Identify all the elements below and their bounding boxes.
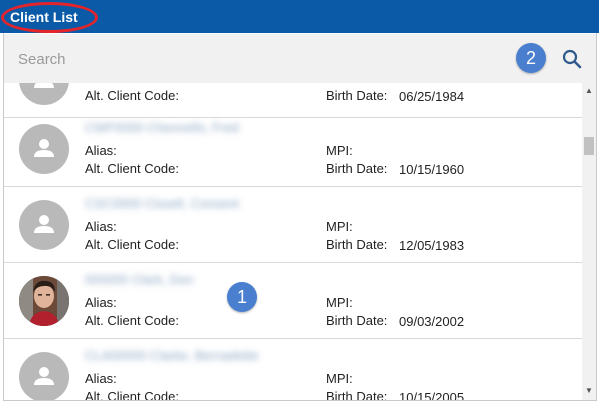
birth-date-label: Birth Date: <box>326 389 388 400</box>
alias-label: Alias: <box>85 143 117 158</box>
birth-date-value: 10/15/2005 <box>399 390 465 400</box>
avatar <box>19 352 69 400</box>
client-name: CWF0000 Chennells, Fred <box>85 120 239 135</box>
birth-date-value: 10/15/1960 <box>399 162 465 177</box>
client-name: 000005 Clark, Don <box>85 272 194 287</box>
avatar <box>19 200 69 250</box>
client-list-item[interactable]: CSC0000 Cissell, Consent Alias: Alt. Cli… <box>4 187 582 263</box>
search-input[interactable] <box>18 47 488 71</box>
alt-client-code-label: Alt. Client Code: <box>85 88 179 103</box>
mpi-label: MPI: <box>326 371 353 386</box>
client-list-item[interactable]: CWF0000 Chennells, Fred Alias: Alt. Clie… <box>4 111 582 187</box>
person-icon <box>34 83 54 88</box>
alt-client-code-label: Alt. Client Code: <box>85 237 179 252</box>
alias-label: Alias: <box>85 371 117 386</box>
birth-date-value: 06/25/1984 <box>399 89 465 104</box>
search-button[interactable] <box>559 46 585 72</box>
mpi-label: MPI: <box>326 295 353 310</box>
mpi-label: MPI: <box>326 143 353 158</box>
annotation-badge-2: 2 <box>516 43 546 73</box>
client-name: CSC0000 Cissell, Consent <box>85 196 239 211</box>
birth-date-value: 09/03/2002 <box>399 314 465 329</box>
client-list[interactable]: Alt. Client Code: Birth Date: 06/25/1984… <box>4 83 582 400</box>
birth-date-label: Birth Date: <box>326 88 388 103</box>
birth-date-value: 12/05/1983 <box>399 238 465 253</box>
search-bar <box>4 34 596 83</box>
alt-client-code-label: Alt. Client Code: <box>85 313 179 328</box>
client-photo <box>19 276 69 326</box>
scrollbar-thumb[interactable] <box>584 137 594 155</box>
mpi-label: MPI: <box>326 219 353 234</box>
client-list-window: Client List Alt. Client Code: Birth Date… <box>0 0 599 411</box>
client-list-item[interactable]: CLA00000 Clarke, Bernadette Alias: Alt. … <box>4 339 582 400</box>
birth-date-label: Birth Date: <box>326 161 388 176</box>
birth-date-label: Birth Date: <box>326 237 388 252</box>
title-highlight-annotation <box>1 2 98 33</box>
person-icon <box>34 367 54 385</box>
client-list-item[interactable]: 000005 Clark, Don Alias: Alt. Client Cod… <box>4 263 582 339</box>
search-icon <box>562 49 582 69</box>
avatar <box>19 124 69 174</box>
alt-client-code-label: Alt. Client Code: <box>85 389 179 400</box>
scroll-up-arrow-icon[interactable]: ▲ <box>582 85 596 97</box>
scrollbar[interactable]: ▲ ▼ <box>582 83 596 400</box>
scroll-down-arrow-icon[interactable]: ▼ <box>582 385 596 397</box>
person-icon <box>34 139 54 157</box>
avatar <box>19 83 69 105</box>
person-icon <box>34 215 54 233</box>
alias-label: Alias: <box>85 295 117 310</box>
alt-client-code-label: Alt. Client Code: <box>85 161 179 176</box>
avatar <box>19 276 69 326</box>
client-name: CLA00000 Clarke, Bernadette <box>85 348 259 363</box>
annotation-badge-1: 1 <box>227 282 257 312</box>
birth-date-label: Birth Date: <box>326 313 388 328</box>
alias-label: Alias: <box>85 219 117 234</box>
